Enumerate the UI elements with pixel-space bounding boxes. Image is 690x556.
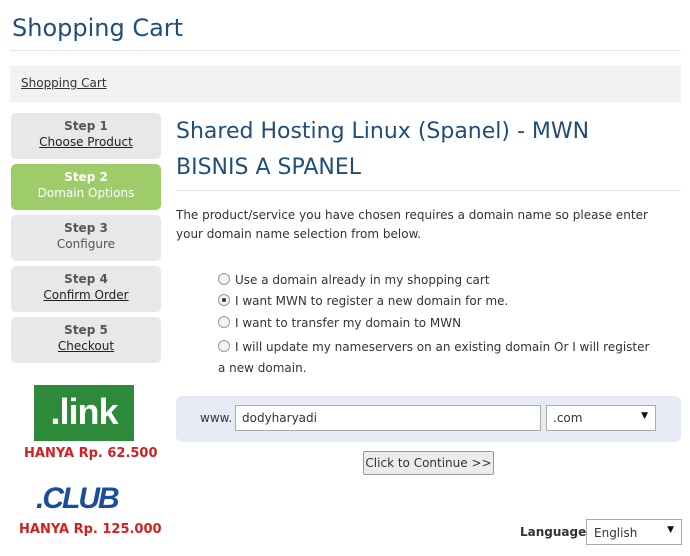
domain-option-register[interactable]: I want MWN to register a new domain for … xyxy=(218,291,508,311)
option-label: I will update my nameservers on an exist… xyxy=(218,340,650,375)
language-selected-value: English xyxy=(594,526,638,540)
step-number: Step 2 xyxy=(64,170,108,184)
step-number: Step 3 xyxy=(64,221,108,235)
step-link[interactable]: Checkout xyxy=(11,339,161,353)
divider xyxy=(176,190,681,191)
step-5-checkout[interactable]: Step 5 Checkout xyxy=(11,317,161,363)
continue-button[interactable]: Click to Continue >> xyxy=(363,451,494,475)
step-number: Step 4 xyxy=(64,272,108,286)
step-label: Configure xyxy=(56,237,116,251)
breadcrumb-link-shopping-cart[interactable]: Shopping Cart xyxy=(21,76,107,90)
promo-price-link: HANYA Rp. 62.500 xyxy=(24,446,158,461)
club-domain-logo[interactable]: .CLUB xyxy=(36,481,134,517)
step-1-choose-product[interactable]: Step 1 Choose Product xyxy=(11,113,161,159)
domain-option-use-cart[interactable]: Use a domain already in my shopping cart xyxy=(218,270,490,290)
step-number: Step 5 xyxy=(64,323,108,337)
language-select[interactable]: English ▼ xyxy=(586,519,682,545)
breadcrumb: Shopping Cart xyxy=(10,66,681,102)
tld-select[interactable]: .com ▼ xyxy=(546,405,656,431)
option-label: Use a domain already in my shopping cart xyxy=(235,273,490,287)
step-4-confirm-order[interactable]: Step 4 Confirm Order xyxy=(11,266,161,312)
radio-button-selected[interactable] xyxy=(218,294,230,306)
language-label: Language: xyxy=(520,525,592,539)
page-title: Shopping Cart xyxy=(12,14,184,42)
radio-button[interactable] xyxy=(218,316,230,328)
product-title: Shared Hosting Linux (Spanel) - MWN BISN… xyxy=(176,119,590,180)
step-2-domain-options: Step 2 Domain Options xyxy=(11,164,161,210)
promo-price-club: HANYA Rp. 125.000 xyxy=(19,522,162,537)
www-prefix: www. xyxy=(200,411,233,425)
tld-selected-value: .com xyxy=(553,411,583,425)
caret-down-icon: ▼ xyxy=(641,411,648,421)
link-domain-logo[interactable]: .link xyxy=(34,385,134,441)
step-3-configure: Step 3 Configure xyxy=(11,215,161,261)
domain-option-transfer[interactable]: I want to transfer my domain to MWN xyxy=(218,313,461,333)
step-link[interactable]: Choose Product xyxy=(11,135,161,149)
radio-button[interactable] xyxy=(218,340,230,352)
caret-down-icon: ▼ xyxy=(667,525,674,535)
radio-button[interactable] xyxy=(218,273,230,285)
domain-intro-text: The product/service you have chosen requ… xyxy=(176,208,648,241)
option-label: I want MWN to register a new domain for … xyxy=(235,294,509,308)
step-label: Domain Options xyxy=(37,186,135,200)
domain-option-nameservers[interactable]: I will update my nameservers on an exist… xyxy=(218,337,658,379)
step-link[interactable]: Confirm Order xyxy=(11,288,161,302)
divider xyxy=(10,50,681,51)
step-number: Step 1 xyxy=(64,119,108,133)
option-label: I want to transfer my domain to MWN xyxy=(235,316,462,330)
domain-name-input[interactable] xyxy=(235,405,541,431)
